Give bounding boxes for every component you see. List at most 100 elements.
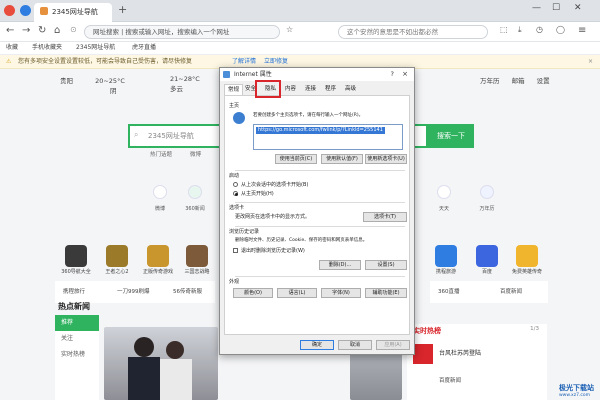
news-icon[interactable] [188, 185, 202, 199]
back-icon[interactable]: ← [6, 25, 14, 36]
hot-item[interactable]: 台风杜苏芮登陆 [439, 348, 481, 357]
news-tab[interactable]: 关注 [55, 331, 99, 347]
tab-connections[interactable]: 连接 [302, 84, 319, 95]
use-current-button[interactable]: 使用当前页(C) [275, 154, 317, 164]
news-tab-active[interactable]: 推荐 [55, 315, 99, 331]
bookmark-item[interactable]: 收藏 [6, 42, 18, 54]
homepage-search-button[interactable]: 搜索一下 [428, 124, 474, 148]
close-window-icon[interactable]: ✕ [574, 3, 582, 13]
dialog-title: Internet 属性 [234, 71, 272, 78]
links-row-right: 360直播 百度新闻 [430, 281, 548, 303]
history-icon[interactable]: ◷ [536, 25, 543, 34]
news-photo[interactable] [104, 327, 218, 400]
tab-label: 2345网址导航 [52, 8, 98, 16]
download-icon[interactable]: ⤓ [518, 25, 522, 35]
tab-content[interactable]: 内容 [282, 84, 299, 95]
use-default-button[interactable]: 使用默认值(F) [321, 154, 363, 164]
hot-link[interactable]: 微博 [190, 150, 201, 158]
site-label: 携程旅游 [435, 269, 456, 275]
bookmark-item[interactable]: 2345网址导航 [76, 42, 115, 54]
bookmark-star-icon[interactable]: ☆ [286, 25, 293, 34]
top-link[interactable]: 邮箱 [512, 77, 525, 85]
internet-options-icon [223, 71, 230, 78]
minimize-icon[interactable]: — [532, 3, 541, 13]
site-icon[interactable] [186, 245, 208, 267]
site-icon[interactable] [476, 245, 498, 267]
browser-search-input[interactable]: 这个安然的意思是不如出都必然 [338, 25, 488, 39]
app-icon[interactable] [437, 185, 451, 199]
weather-desc: 阴 [110, 87, 117, 95]
site-icon[interactable] [106, 245, 128, 267]
link-item[interactable]: 56传奇新服 [173, 287, 202, 295]
address-bar[interactable]: 网址搜索 | 搜索或输入网址，搜索编入一个网址 [84, 25, 280, 39]
news-title: 热点新闻 [58, 302, 90, 311]
security-icon[interactable]: ⊙ [70, 25, 77, 34]
site-icon[interactable] [435, 245, 457, 267]
weather-tomorrow: 21~28°C 多云 [170, 75, 200, 93]
tab-advanced[interactable]: 高级 [342, 84, 359, 95]
top-link[interactable]: 万年历 [480, 77, 500, 85]
hot-link[interactable]: 热门话题 [150, 150, 172, 158]
use-new-tab-button[interactable]: 使用新选项卡(U) [365, 154, 407, 164]
weibo-icon[interactable] [153, 185, 167, 199]
link-item[interactable]: 360直播 [438, 287, 460, 295]
weather-city: 贵阳 [60, 77, 73, 85]
tab-general[interactable]: 常规 [224, 84, 244, 95]
hot-pager[interactable]: 1/3 [530, 326, 539, 332]
maximize-icon[interactable]: ☐ [552, 3, 560, 13]
account-icon[interactable]: ◯ [556, 25, 565, 34]
highlight-box [255, 80, 281, 98]
forward-icon[interactable]: → [22, 25, 30, 36]
delete-history-label: 退出时删除浏览历史记录(W) [241, 248, 305, 254]
languages-button[interactable]: 语言(L) [277, 288, 317, 298]
delete-history-on-exit-checkbox[interactable] [233, 248, 238, 253]
site-icon[interactable] [516, 245, 538, 267]
home-icon[interactable]: ⌂ [54, 25, 60, 36]
history-settings-button[interactable]: 设置(S) [365, 260, 407, 270]
delete-history-button[interactable]: 删除(D)... [319, 260, 361, 270]
fonts-button[interactable]: 字体(N) [321, 288, 361, 298]
extension-icon[interactable]: ⬚ [500, 25, 508, 34]
notice-close-icon[interactable]: × [588, 55, 593, 69]
dialog-close-button[interactable]: × [402, 68, 408, 81]
weather-temp: 21~28°C [170, 75, 200, 83]
link-item[interactable]: 携程旅行 [63, 287, 85, 295]
hot-thumb [413, 344, 433, 364]
menu-icon[interactable]: ≡ [578, 25, 586, 36]
apply-button[interactable]: 应用(A) [376, 340, 410, 350]
quick-label: 万年历 [479, 206, 495, 212]
hot-item[interactable]: 百度新闻 [439, 376, 461, 384]
startup-last-session-radio[interactable] [233, 182, 238, 187]
bookmarks-bar: 收藏 手机收藏夹 2345网址导航 虎牙直播 [0, 42, 600, 55]
bookmark-item[interactable]: 手机收藏夹 [32, 42, 62, 54]
watermark: 极光下载站 www.xz7.com [559, 383, 594, 398]
tab-programs[interactable]: 程序 [322, 84, 339, 95]
startup-homepage-radio[interactable] [233, 191, 238, 196]
bookmark-item[interactable]: 虎牙直播 [132, 42, 156, 54]
new-tab-button[interactable]: + [118, 3, 127, 16]
search-icon: ⌕ [134, 130, 139, 139]
divider [235, 226, 405, 227]
tabs-settings-button[interactable]: 选项卡(T) [363, 212, 407, 222]
quick-label: 天天 [438, 206, 449, 212]
site-icon[interactable] [147, 245, 169, 267]
site-icon[interactable] [65, 245, 87, 267]
tab-homepage[interactable]: 2345网址导航✕ [34, 3, 112, 35]
browser-tab-bar: 2345网址导航✕ + — ☐ ✕ [0, 0, 600, 35]
homepage-url-field[interactable]: https://go.microsoft.com/fwlink/p/?LinkI… [253, 124, 403, 150]
help-button[interactable]: ? [391, 68, 394, 81]
site-label: 王者之心2 [105, 269, 129, 275]
refresh-icon[interactable]: ↻ [38, 25, 46, 36]
calendar-icon[interactable] [480, 185, 494, 199]
link-item[interactable]: 百度新闻 [500, 287, 522, 295]
homepage-url-text[interactable]: https://go.microsoft.com/fwlink/p/?LinkI… [256, 127, 385, 134]
link-item[interactable]: 一刀999刷爆 [117, 287, 150, 295]
colors-button[interactable]: 颜色(O) [233, 288, 273, 298]
ok-button[interactable]: 确定 [300, 340, 334, 350]
accessibility-button[interactable]: 辅助功能(E) [365, 288, 407, 298]
cancel-button[interactable]: 取消 [338, 340, 372, 350]
news-tab[interactable]: 实时热榜 [55, 347, 99, 363]
top-link[interactable]: 设置 [537, 77, 550, 85]
browser-menu-icon[interactable] [20, 5, 31, 16]
startup-opt2-label: 从主页开始(H) [241, 191, 274, 197]
